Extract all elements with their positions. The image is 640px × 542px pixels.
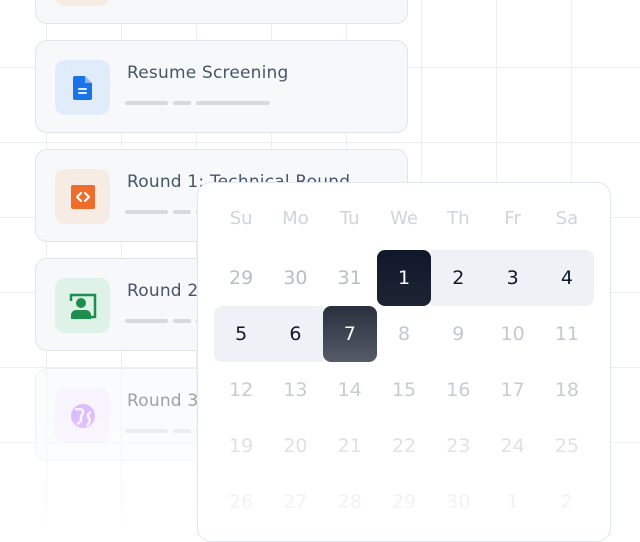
weekday-header: Su Mo Tu We Th Fr Sa: [214, 208, 594, 229]
stage-title: Round 2: [127, 281, 199, 301]
day-cell[interactable]: 10: [485, 306, 539, 362]
globe-icon: [55, 388, 110, 443]
day-cell[interactable]: 27: [268, 474, 322, 530]
day-cell-in-range[interactable]: 3: [485, 250, 540, 306]
day-cell-in-range[interactable]: 5: [214, 306, 269, 362]
code-icon: [55, 169, 110, 224]
weekday-label: Fr: [504, 208, 521, 229]
day-cell-in-range[interactable]: 4: [539, 250, 595, 306]
day-cell-range-end[interactable]: 7: [322, 306, 377, 362]
weekday-label: Sa: [555, 208, 579, 229]
stage-card-resume-screening[interactable]: Resume Screening: [35, 40, 408, 133]
day-cell[interactable]: 25: [540, 418, 594, 474]
day-cell[interactable]: 9: [431, 306, 485, 362]
day-cell[interactable]: 15: [377, 362, 431, 418]
day-cell[interactable]: 8: [377, 306, 431, 362]
day-cell[interactable]: 30: [268, 250, 322, 306]
weekday-label: We: [390, 208, 418, 229]
day-cell-in-range[interactable]: 6: [268, 306, 323, 362]
day-cell[interactable]: 21: [323, 418, 377, 474]
stage-title: Resume Screening: [127, 63, 289, 83]
weekday-label: Mo: [282, 208, 309, 229]
day-cell[interactable]: 24: [485, 418, 539, 474]
day-cell[interactable]: 29: [377, 474, 431, 530]
day-cell[interactable]: 13: [268, 362, 322, 418]
day-cell-in-range[interactable]: 2: [431, 250, 486, 306]
day-cell[interactable]: 14: [323, 362, 377, 418]
calendar-week: 12 13 14 15 16 17 18: [214, 362, 594, 418]
day-cell[interactable]: 23: [431, 418, 485, 474]
weekday-label: Tu: [339, 208, 360, 229]
day-cell[interactable]: 26: [214, 474, 268, 530]
date-range-calendar[interactable]: Su Mo Tu We Th Fr Sa 29 30 31 1 2 3 4 5 …: [197, 182, 611, 542]
day-cell[interactable]: 30: [431, 474, 485, 530]
day-cell[interactable]: 12: [214, 362, 268, 418]
day-cell[interactable]: 2: [540, 474, 594, 530]
day-cell[interactable]: 1: [485, 474, 539, 530]
stage-title: Round 3: [127, 391, 199, 411]
day-cell[interactable]: 11: [540, 306, 594, 362]
calendar-week: 29 30 31 1 2 3 4: [214, 250, 595, 306]
day-cell[interactable]: 16: [431, 362, 485, 418]
calendar-week: 5 6 7 8 9 10 11: [214, 306, 594, 362]
document-icon: [55, 60, 110, 115]
weekday-label: Th: [447, 208, 470, 229]
placeholder-bars: [125, 101, 270, 105]
day-cell[interactable]: 17: [485, 362, 539, 418]
day-cell[interactable]: 19: [214, 418, 268, 474]
day-cell[interactable]: 29: [214, 250, 268, 306]
day-cell[interactable]: 28: [323, 474, 377, 530]
day-cell[interactable]: 18: [540, 362, 594, 418]
calendar-week: 19 20 21 22 23 24 25: [214, 418, 594, 474]
day-cell-range-start[interactable]: 1: [376, 250, 432, 306]
weekday-label: Su: [229, 208, 253, 229]
day-cell[interactable]: 22: [377, 418, 431, 474]
day-cell[interactable]: 31: [323, 250, 377, 306]
presentation-person-icon: [55, 278, 110, 333]
code-icon: [55, 0, 110, 6]
day-cell[interactable]: 20: [268, 418, 322, 474]
stage-card[interactable]: [35, 0, 408, 24]
calendar-week: 26 27 28 29 30 1 2: [214, 474, 594, 530]
